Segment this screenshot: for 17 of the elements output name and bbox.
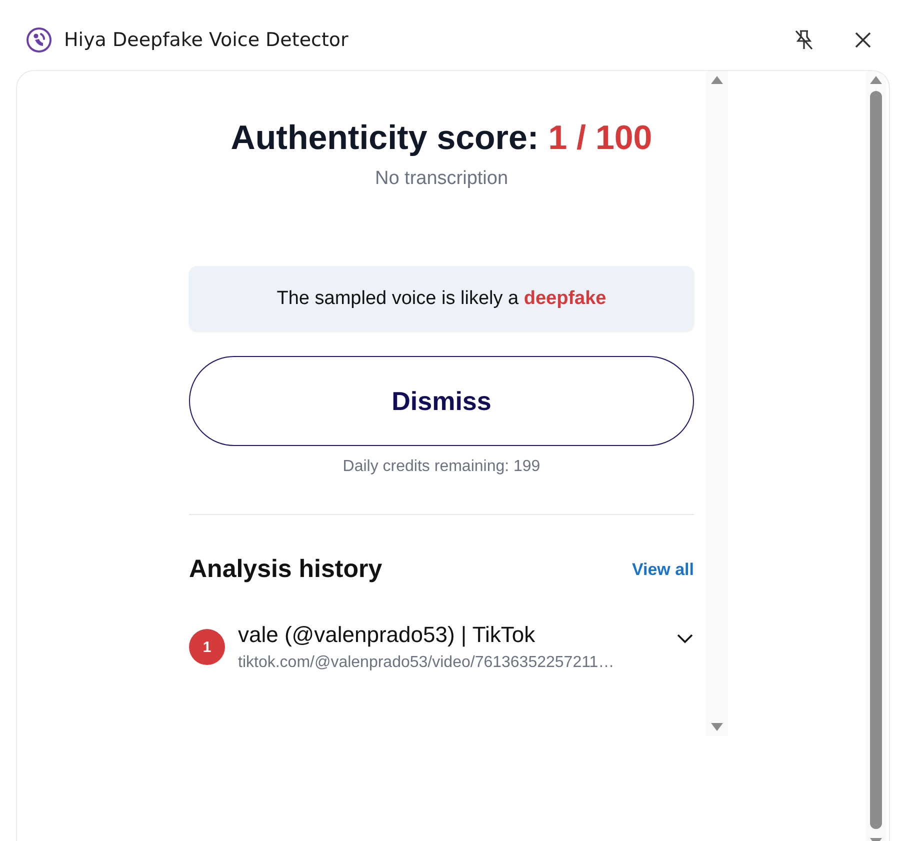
history-item-title[interactable]: vale (@valenprado53) | TikTok (238, 622, 663, 648)
scroll-up-arrow-icon[interactable] (869, 75, 883, 85)
history-item-url: tiktok.com/@valenprado53/video/76136352257211… (238, 654, 616, 672)
scroll-down-arrow-icon[interactable] (710, 722, 724, 732)
scrollbar-thumb[interactable] (870, 91, 882, 829)
expand-chevron-icon[interactable] (676, 632, 694, 644)
verdict-banner: The sampled voice is likely a deepfake (189, 266, 694, 331)
dismiss-button[interactable]: Dismiss (189, 356, 694, 446)
transcription-text: No transcription (374, 168, 508, 190)
view-all-link[interactable]: View all (632, 560, 694, 580)
credits-text: Daily credits remaining: 199 (342, 458, 540, 476)
scroll-up-arrow-icon[interactable] (710, 75, 724, 85)
window-title: Hiya Deepfake Voice Detector (64, 29, 350, 51)
logo-icon (26, 27, 52, 53)
history-heading: Analysis history (189, 555, 382, 584)
authenticity-score: Authenticity score: 1 / 100 (230, 119, 652, 158)
count-badge: 1 (189, 629, 225, 665)
